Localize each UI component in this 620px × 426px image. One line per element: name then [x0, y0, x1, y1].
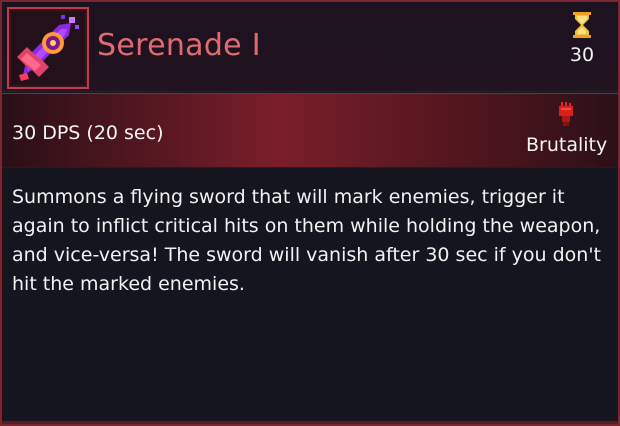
dps-value: 30 DPS (20 sec) — [12, 122, 164, 144]
time-value: 30 — [569, 44, 595, 66]
fist-icon — [559, 102, 573, 126]
item-name: Serenade I — [97, 28, 261, 63]
time-block: 30 — [562, 12, 602, 66]
category-block: Brutality — [526, 102, 608, 156]
purple-sword-icon — [17, 15, 79, 81]
hourglass-icon — [573, 12, 591, 38]
tooltip-header: Serenade I 30 — [2, 2, 618, 92]
damage-band: 30 DPS (20 sec) Brutality — [2, 93, 618, 168]
item-description: Summons a flying sword that will mark en… — [12, 186, 601, 295]
bottom-divider — [2, 421, 618, 424]
category-label: Brutality — [526, 134, 608, 156]
item-icon-frame — [7, 7, 89, 89]
item-tooltip: Serenade I 30 30 DPS (20 sec) Brutality … — [0, 0, 620, 426]
